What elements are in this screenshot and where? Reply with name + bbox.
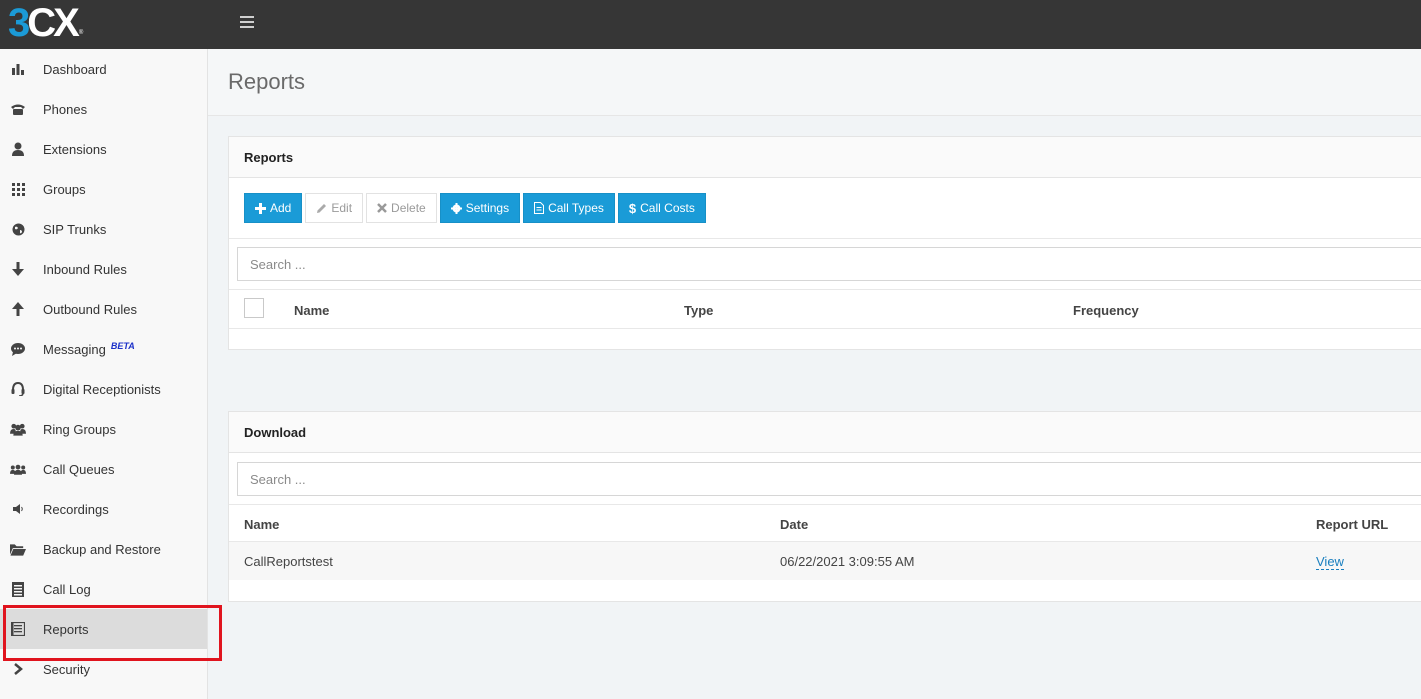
sidebar-item-call-log[interactable]: Call Log (0, 569, 207, 609)
sidebar-item-label: Recordings (43, 501, 109, 517)
sidebar-item-label: Reports (43, 621, 89, 637)
3cx-logo[interactable]: 3 CX ® (8, 1, 84, 45)
sidebar-item-label: Messaging (43, 341, 106, 357)
reports-search-input[interactable] (237, 247, 1421, 281)
column-header-report-url[interactable]: Report URL (1316, 517, 1388, 532)
sidebar-item-digital-receptionists[interactable]: Digital Receptionists (0, 369, 207, 409)
logo-registered-mark: ® (78, 30, 84, 36)
report-icon (10, 621, 26, 637)
sidebar-item-label: Extensions (43, 141, 107, 157)
sidebar-item-security[interactable]: Security (0, 649, 207, 689)
globe-icon (10, 221, 26, 237)
call-types-button[interactable]: Call Types (523, 193, 615, 223)
sidebar-item-label: Security (43, 661, 90, 677)
sidebar-item-groups[interactable]: Groups (0, 169, 207, 209)
chevron-right-icon (10, 661, 26, 677)
column-header-date[interactable]: Date (780, 517, 808, 532)
reports-toolbar: Add Edit Delete Settings Call Types $ Ca… (244, 193, 706, 223)
settings-button[interactable]: Settings (439, 193, 521, 223)
delete-button-label: Delete (391, 201, 426, 215)
edit-button-label: Edit (331, 201, 353, 215)
add-button[interactable]: Add (244, 193, 303, 223)
download-panel: Download Name Date Report URL CallReport… (228, 411, 1421, 602)
sidebar-item-label: Phones (43, 101, 88, 117)
sidebar-item-reports[interactable]: Reports (0, 609, 207, 649)
sidebar-item-call-queues[interactable]: Call Queues (0, 449, 207, 489)
sidebar-item-extensions[interactable]: Extensions (0, 129, 207, 169)
column-header-name[interactable]: Name (294, 303, 329, 318)
page-title: Reports (228, 69, 306, 94)
bar-chart-icon (10, 61, 26, 77)
sidebar-item-sip-trunks[interactable]: SIP Trunks (0, 209, 207, 249)
pencil-icon (317, 203, 327, 213)
dollar-icon: $ (628, 200, 637, 216)
view-report-link[interactable]: View (1316, 554, 1344, 570)
delete-button[interactable]: Delete (366, 193, 437, 223)
close-icon (377, 203, 387, 213)
grid-icon (10, 181, 26, 197)
download-panel-title: Download (229, 412, 1421, 453)
table-row[interactable]: CallReportstest 06/22/2021 3:09:55 AM Vi… (229, 542, 1421, 580)
call-types-button-label: Call Types (548, 201, 604, 215)
reports-panel: Reports Add Edit Delete Settings Call Ty… (228, 136, 1421, 350)
sidebar-item-label: Dashboard (43, 61, 107, 77)
logo-cx: CX (27, 1, 80, 45)
arrow-up-icon (10, 301, 26, 317)
sidebar-item-inbound-rules[interactable]: Inbound Rules (0, 249, 207, 289)
document-icon (534, 202, 545, 214)
row-date-cell: 06/22/2021 3:09:55 AM (780, 554, 915, 569)
users-icon (10, 421, 26, 437)
sidebar-item-backup-and-restore[interactable]: Backup and Restore (0, 529, 207, 569)
sidebar-item-label: Ring Groups (43, 421, 116, 437)
sidebar-item-label: Backup and Restore (43, 541, 161, 557)
speaker-icon (10, 501, 26, 517)
settings-button-label: Settings (465, 201, 510, 215)
sidebar-item-label: Outbound Rules (43, 301, 137, 317)
column-header-frequency[interactable]: Frequency (1073, 303, 1139, 318)
call-costs-button-label: Call Costs (640, 201, 695, 215)
hamburger-menu-icon[interactable] (240, 16, 254, 30)
sidebar-item-phones[interactable]: Phones (0, 89, 207, 129)
sidebar: Dashboard Phones Extensions Groups SIP T… (0, 49, 208, 699)
sidebar-item-label: SIP Trunks (43, 221, 107, 237)
divider (229, 289, 1421, 290)
sidebar-item-label: Call Queues (43, 461, 115, 477)
sidebar-item-outbound-rules[interactable]: Outbound Rules (0, 289, 207, 329)
edit-button[interactable]: Edit (305, 193, 364, 223)
sidebar-item-dashboard[interactable]: Dashboard (0, 49, 207, 89)
row-name-cell: CallReportstest (244, 554, 333, 569)
arrow-down-icon (10, 261, 26, 277)
headset-icon (10, 381, 26, 397)
plus-icon (255, 202, 266, 214)
chat-icon (10, 341, 26, 357)
gear-icon (450, 202, 462, 214)
column-header-type[interactable]: Type (684, 303, 713, 318)
sidebar-item-label-wrap: Messaging BETA (43, 340, 135, 357)
divider (229, 504, 1421, 505)
download-search-input[interactable] (237, 462, 1421, 496)
logo-three: 3 (8, 1, 30, 45)
sidebar-item-messaging[interactable]: Messaging BETA (0, 329, 207, 369)
queue-icon (10, 461, 26, 477)
call-costs-button[interactable]: $ Call Costs (617, 193, 706, 223)
sidebar-item-label: Digital Receptionists (43, 381, 161, 397)
reports-panel-title: Reports (229, 137, 1421, 178)
beta-badge: BETA (110, 340, 135, 351)
phone-icon (10, 101, 26, 117)
select-all-checkbox[interactable] (244, 298, 264, 318)
log-icon (10, 581, 26, 597)
user-icon (10, 141, 26, 157)
sidebar-item-label: Call Log (43, 581, 91, 597)
divider (229, 328, 1421, 329)
top-bar: 3 CX ® (0, 0, 1421, 49)
sidebar-item-label: Groups (43, 181, 86, 197)
column-header-name[interactable]: Name (244, 517, 279, 532)
page-header: Reports (208, 49, 1421, 116)
divider (229, 238, 1421, 239)
folder-open-icon (10, 541, 26, 557)
sidebar-item-recordings[interactable]: Recordings (0, 489, 207, 529)
sidebar-item-label: Inbound Rules (43, 261, 127, 277)
sidebar-item-ring-groups[interactable]: Ring Groups (0, 409, 207, 449)
add-button-label: Add (270, 201, 292, 215)
